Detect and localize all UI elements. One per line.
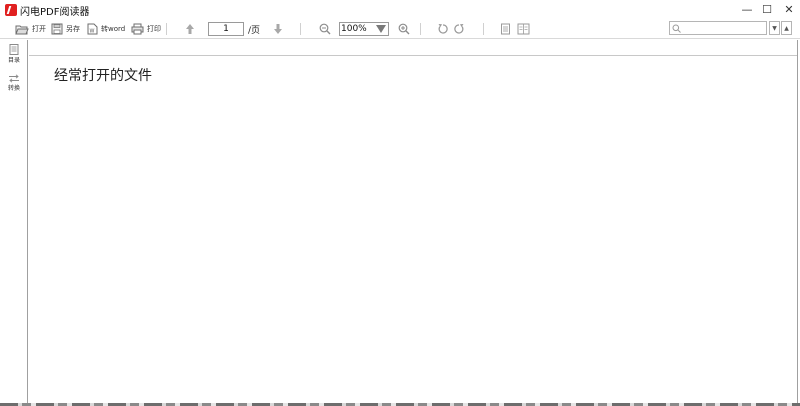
prev-page-button[interactable]	[185, 21, 195, 37]
arrow-up-icon	[186, 24, 194, 34]
toolbar-divider	[420, 23, 421, 35]
save-as-label: 另存	[66, 25, 80, 33]
convert-icon	[9, 74, 19, 83]
toolbar-divider	[483, 23, 484, 35]
double-page-view-button[interactable]	[517, 21, 530, 37]
page-suffix-label: /页	[248, 26, 261, 36]
save-icon	[51, 23, 63, 35]
folder-open-icon	[15, 25, 29, 34]
sidebar-item-label: 转换	[7, 85, 20, 92]
content-header-strip	[29, 40, 798, 56]
search-input[interactable]	[669, 21, 767, 35]
word-doc-icon: W	[87, 23, 98, 35]
rotate-right-button[interactable]	[453, 21, 465, 37]
printer-icon	[131, 23, 144, 35]
single-page-view-button[interactable]	[500, 21, 511, 37]
print-button[interactable]: 打印	[131, 21, 161, 37]
save-as-button[interactable]: 另存	[51, 21, 80, 37]
search-up-button[interactable]: ▲	[781, 21, 792, 35]
dropdown-arrow-icon[interactable]	[375, 24, 387, 34]
app-title: 闪电PDF阅读器	[20, 7, 90, 18]
svg-text:W: W	[90, 29, 95, 35]
rotate-left-icon	[438, 24, 448, 34]
main-content: 经常打开的文件	[29, 56, 797, 404]
single-page-icon	[501, 23, 510, 35]
to-word-label: 转word	[101, 25, 126, 33]
toolbar-divider	[300, 23, 301, 35]
recent-files-heading: 经常打开的文件	[54, 68, 152, 84]
title-bar: 闪电PDF阅读器 — ☐ ✕	[0, 0, 800, 19]
zoom-select[interactable]: 100%	[339, 22, 389, 36]
zoom-out-button[interactable]	[319, 21, 331, 37]
to-word-button[interactable]: W 转word	[87, 21, 125, 37]
sidebar-item-convert[interactable]: 转换	[3, 74, 25, 92]
double-page-icon	[517, 23, 530, 35]
outline-icon	[9, 44, 19, 55]
sidebar-item-outline[interactable]: 目录	[3, 44, 25, 64]
zoom-in-icon	[398, 23, 410, 35]
open-label: 打开	[32, 25, 46, 33]
next-page-button[interactable]	[273, 21, 283, 37]
rotate-left-button[interactable]	[437, 21, 449, 37]
print-label: 打印	[147, 25, 161, 33]
app-logo-icon	[5, 4, 17, 16]
search-down-button[interactable]: ▼	[769, 21, 780, 35]
zoom-value: 100%	[341, 24, 367, 34]
open-button[interactable]: 打开	[15, 21, 46, 37]
zoom-in-button[interactable]	[398, 21, 410, 37]
left-sidebar: 目录 转换	[0, 40, 28, 406]
toolbar-divider	[166, 23, 167, 35]
page-number-input[interactable]: 1	[208, 22, 244, 36]
rotate-right-icon	[454, 24, 464, 34]
search-icon	[672, 24, 681, 33]
right-border	[797, 40, 798, 406]
close-button[interactable]: ✕	[774, 0, 800, 19]
zoom-out-icon	[319, 23, 331, 35]
sidebar-item-label: 目录	[7, 57, 20, 64]
arrow-down-icon	[274, 24, 282, 34]
